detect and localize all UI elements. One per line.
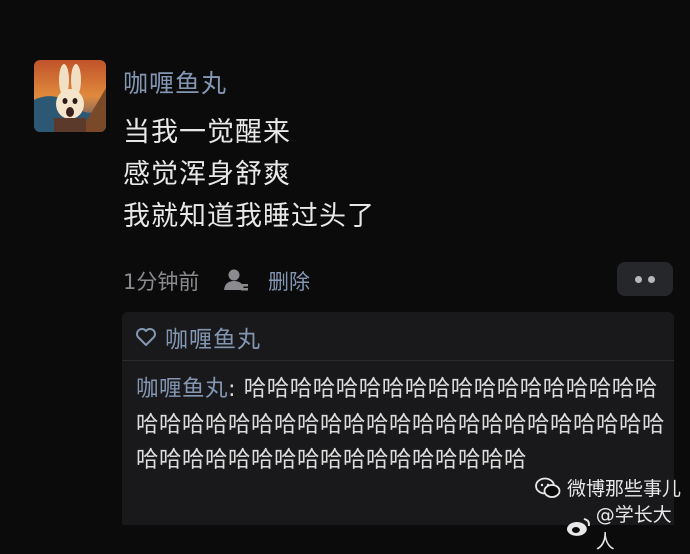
comment-separator: : [228, 376, 244, 402]
watermark-line1: 微博那些事儿 [567, 478, 682, 500]
avatar[interactable] [34, 60, 106, 132]
likes-row: 咖喱鱼丸 [135, 320, 261, 354]
post-line-3: 我就知道我睡过头了 [123, 201, 375, 232]
divider [122, 360, 674, 361]
post-line-1: 当我一觉醒来 [123, 117, 291, 148]
post-username[interactable]: 咖喱鱼丸 [123, 64, 227, 100]
watermark-weibo: @学长大人 [566, 500, 690, 554]
more-dot-icon [648, 275, 655, 283]
wechat-icon [535, 477, 561, 498]
watermark-wechat: 微博那些事儿 [535, 474, 681, 501]
post-timestamp: 1分钟前 [123, 270, 200, 294]
more-options-button[interactable] [617, 262, 673, 296]
watermark-line2: @学长大人 [595, 504, 672, 553]
user-visibility-icon[interactable] [223, 268, 249, 292]
more-dot-icon [635, 275, 642, 283]
comment-item: 咖喱鱼丸: 哈哈哈哈哈哈哈哈哈哈哈哈哈哈哈哈哈哈哈哈哈哈哈哈哈哈哈哈哈哈哈哈哈哈… [136, 372, 666, 479]
comment-author[interactable]: 咖喱鱼丸 [136, 376, 228, 402]
post-line-2: 感觉浑身舒爽 [123, 159, 291, 190]
weibo-icon [566, 518, 590, 536]
delete-button[interactable]: 删除 [268, 266, 310, 296]
like-username[interactable]: 咖喱鱼丸 [165, 320, 261, 354]
heart-icon[interactable] [135, 327, 157, 347]
